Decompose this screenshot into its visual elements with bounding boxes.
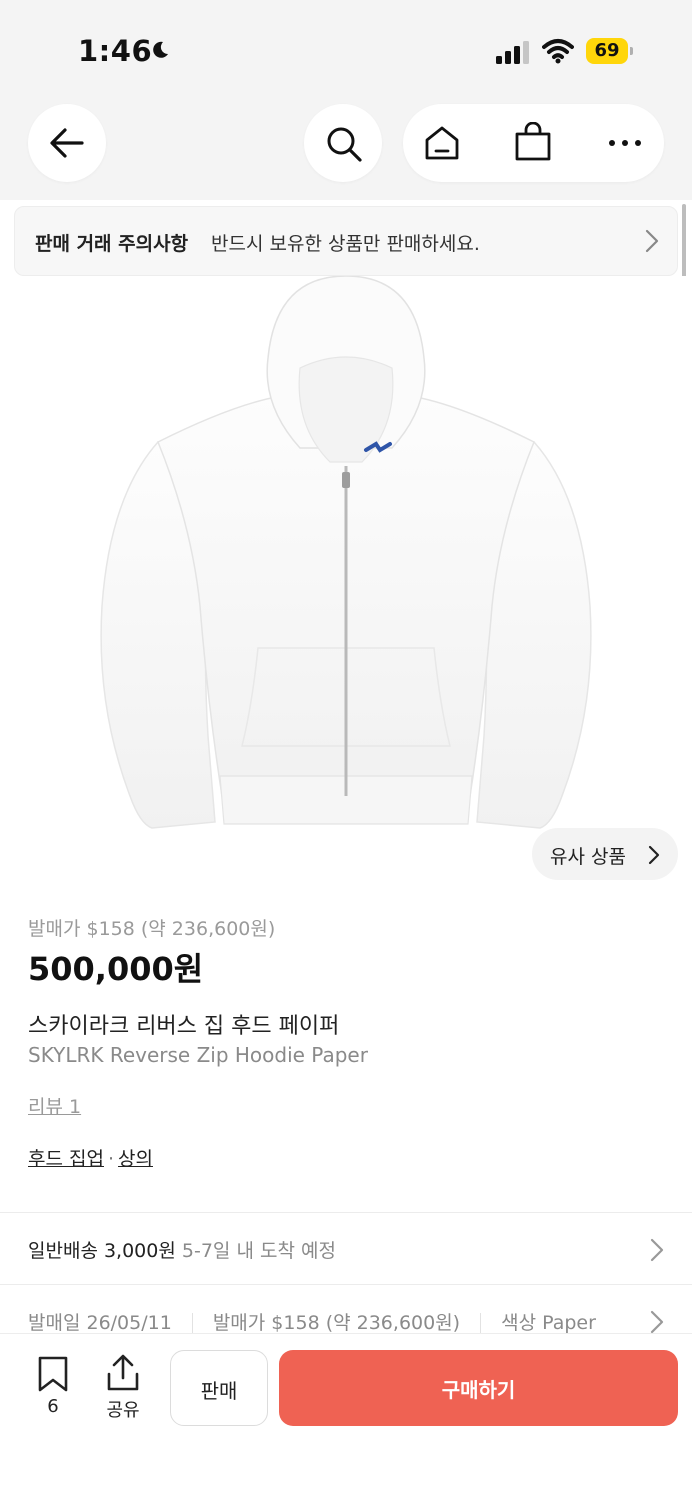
- details-separator: [191, 1312, 193, 1335]
- category-breadcrumb: 후드 집업 · 상의: [28, 1144, 153, 1171]
- category-separator: ·: [107, 1148, 115, 1170]
- product-name-korean: 스카이라크 리버스 집 후드 페이퍼: [28, 1014, 340, 1039]
- divider: [0, 1284, 692, 1285]
- sell-notice-banner[interactable]: 판매 거래 주의사항 반드시 보유한 상품만 판매하세요.: [14, 206, 678, 276]
- similar-products-button[interactable]: 유사 상품: [532, 828, 678, 880]
- chevron-right-icon[interactable]: [650, 1238, 664, 1262]
- share-icon: [107, 1354, 139, 1391]
- share-label: 공유: [106, 1400, 140, 1421]
- search-icon: [327, 127, 362, 162]
- chevron-right-icon[interactable]: [650, 1310, 664, 1334]
- release-price: 발매가 $158 (약 236,600원): [28, 918, 276, 940]
- shipping-eta: 5-7일 내 도착 예정: [181, 1240, 336, 1262]
- current-price: 500,000원: [28, 950, 204, 988]
- shopping-bag-icon[interactable]: [514, 122, 552, 162]
- battery-level: 69: [594, 40, 620, 61]
- status-time: 1:46: [78, 34, 153, 68]
- status-bar: 1:46 69: [0, 0, 692, 100]
- details-color: 색상 Paper: [501, 1312, 596, 1334]
- bookmark-count: 6: [47, 1396, 59, 1417]
- shipping-row[interactable]: 일반배송 3,000원 5-7일 내 도착 예정: [28, 1236, 336, 1263]
- divider: [0, 1212, 692, 1213]
- back-button[interactable]: [28, 104, 106, 182]
- bookmark-icon: [38, 1356, 68, 1392]
- review-link[interactable]: 리뷰 1: [28, 1092, 81, 1119]
- cellular-signal-icon: [496, 41, 529, 64]
- details-release-price: 발매가 $158 (약 236,600원): [212, 1312, 461, 1334]
- home-icon[interactable]: [423, 124, 461, 162]
- product-name-english: SKYLRK Reverse Zip Hoodie Paper: [28, 1043, 368, 1067]
- similar-products-label: 유사 상품: [550, 846, 626, 868]
- white-zip-hoodie-image: [100, 275, 592, 829]
- sell-button[interactable]: 판매: [170, 1350, 268, 1426]
- battery-indicator: 69: [586, 38, 633, 64]
- bookmark-button[interactable]: 6: [30, 1356, 76, 1426]
- search-button[interactable]: [304, 104, 382, 182]
- category-hood-zipup-link[interactable]: 후드 집업: [28, 1148, 104, 1170]
- bottom-action-bar: 6 공유 판매 구매하기: [0, 1333, 692, 1500]
- more-horizontal-icon[interactable]: [608, 139, 642, 147]
- nav-actions-group: [403, 104, 664, 182]
- category-tops-link[interactable]: 상의: [118, 1148, 153, 1170]
- sell-label: 판매: [200, 1379, 238, 1403]
- battery-tip: [630, 47, 633, 55]
- release-date: 발매일 26/05/11: [28, 1312, 172, 1334]
- notice-title: 판매 거래 주의사항: [35, 233, 189, 255]
- arrow-left-icon: [50, 128, 84, 158]
- buy-button[interactable]: 구매하기: [279, 1350, 678, 1426]
- wifi-icon: [542, 39, 574, 64]
- details-separator: [480, 1312, 482, 1335]
- product-image[interactable]: [0, 275, 692, 886]
- shipping-fee: 일반배송 3,000원: [28, 1240, 176, 1262]
- chevron-right-icon: [648, 845, 660, 865]
- share-button[interactable]: 공유: [100, 1354, 146, 1426]
- chevron-right-icon: [645, 229, 659, 253]
- moon-icon: [153, 41, 168, 58]
- buy-label: 구매하기: [441, 1378, 516, 1402]
- notice-text: 반드시 보유한 상품만 판매하세요.: [211, 233, 480, 255]
